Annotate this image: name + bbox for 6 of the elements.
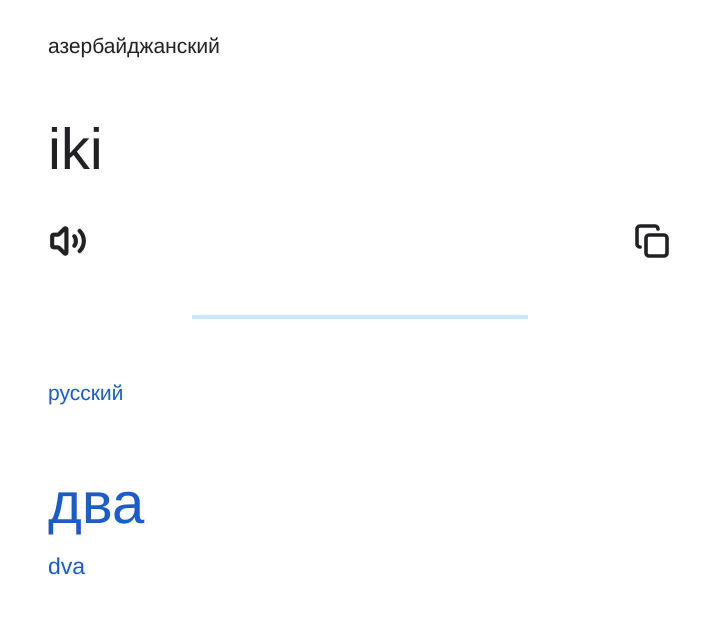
source-text: iki — [48, 117, 103, 183]
translated-text: два — [48, 471, 144, 537]
transliteration-text: dva — [48, 552, 86, 581]
source-language: азербайджанский — [48, 34, 220, 60]
target-language: русский — [48, 381, 124, 407]
copy-icon[interactable] — [632, 221, 672, 261]
